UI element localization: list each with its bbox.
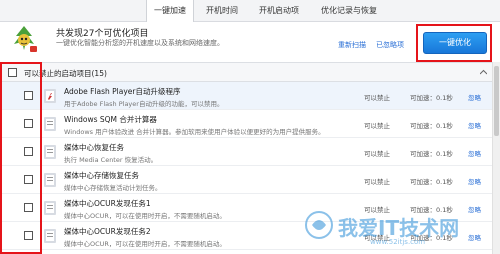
ignored-items-link[interactable]: 已忽略项 — [376, 40, 404, 50]
row-description: Windows 用户体验改进 合并计算器。参加软用来使用户体验以便更好的为用户提… — [64, 128, 325, 136]
row-suggestion: 可以禁止 — [364, 178, 390, 186]
task-icon — [44, 145, 56, 159]
list-item[interactable]: 媒体中心存储恢复任务 媒体中心存储恢复活动计划任务。 可以禁止 可加速：0.1秒… — [0, 166, 492, 194]
tab-startup-items[interactable]: 开机启动项 — [250, 0, 308, 22]
summary-description: 一键优化智能分析您的开机速度以及系统和网络速度。 — [56, 39, 224, 47]
list-item[interactable]: 媒体中心恢复任务 执行 Media Center 恢复活动。 可以禁止 可加速：… — [0, 138, 492, 166]
row-speedup: 可加速：0.1秒 — [410, 178, 453, 186]
row-description: 媒体中心OCUR，可以在使用时开启，不需要随机启动。 — [64, 212, 226, 220]
mascot-icon — [14, 26, 37, 52]
watermark-text: 我爱IT技术网 — [338, 216, 460, 240]
row-description: 媒体中心OCUR，可以在使用时开启，不需要随机启动。 — [64, 240, 226, 248]
collapse-icon[interactable] — [480, 69, 487, 76]
rescan-link[interactable]: 重新扫描 — [338, 40, 366, 50]
optimize-button-highlight: 一键优化 — [416, 24, 492, 62]
flash-app-icon — [44, 89, 56, 103]
row-suggestion: 可以禁止 — [364, 122, 390, 130]
row-description: 执行 Media Center 恢复活动。 — [64, 156, 158, 164]
row-title: 媒体中心存储恢复任务 — [64, 171, 139, 180]
row-ignore-link[interactable]: 忽略 — [468, 120, 481, 130]
list-item[interactable]: Adobe Flash Player自动升级程序 用于Adobe Flash P… — [0, 82, 492, 110]
task-icon — [44, 173, 56, 187]
row-ignore-link[interactable]: 忽略 — [468, 176, 481, 186]
group-header: 可以禁止的启动项目(15) — [0, 62, 492, 82]
task-icon — [44, 201, 56, 215]
one-click-optimize-button[interactable]: 一键优化 — [423, 32, 487, 54]
row-title: Adobe Flash Player自动升级程序 — [64, 87, 181, 96]
row-title: 媒体中心恢复任务 — [64, 143, 124, 152]
site-watermark: 我爱IT技术网 www.52itjs.com — [300, 206, 490, 250]
tab-bar: 一键加速 开机时间 开机启动项 优化记录与恢复 — [0, 0, 500, 22]
row-description: 媒体中心存储恢复活动计划任务。 — [64, 184, 162, 192]
tab-history-restore[interactable]: 优化记录与恢复 — [312, 0, 386, 22]
task-icon — [44, 229, 56, 243]
scroll-thumb[interactable] — [494, 66, 499, 136]
list-scrollbar[interactable] — [492, 62, 500, 254]
row-title: 媒体中心OCUR发现任务1 — [64, 199, 151, 208]
row-speedup: 可加速：0.1秒 — [410, 150, 453, 158]
row-title: 媒体中心OCUR发现任务2 — [64, 227, 151, 236]
watermark-url: www.52itjs.com — [370, 238, 426, 246]
tab-one-click-speedup[interactable]: 一键加速 — [146, 0, 194, 22]
row-speedup: 可加速：0.1秒 — [410, 122, 453, 130]
row-suggestion: 可以禁止 — [364, 150, 390, 158]
row-suggestion: 可以禁止 — [364, 94, 390, 102]
row-description: 用于Adobe Flash Player自动升级的功能，可以禁用。 — [64, 100, 224, 108]
row-ignore-link[interactable]: 忽略 — [468, 92, 481, 102]
row-ignore-link[interactable]: 忽略 — [468, 148, 481, 158]
task-icon — [44, 117, 56, 131]
tab-boot-time[interactable]: 开机时间 — [198, 0, 246, 22]
watermark-logo-icon — [305, 211, 333, 239]
row-speedup: 可加速：0.1秒 — [410, 94, 453, 102]
row-title: Windows SQM 合并计算器 — [64, 115, 157, 124]
list-item[interactable]: Windows SQM 合并计算器 Windows 用户体验改进 合并计算器。参… — [0, 110, 492, 138]
checkbox-column-highlight — [0, 62, 42, 254]
